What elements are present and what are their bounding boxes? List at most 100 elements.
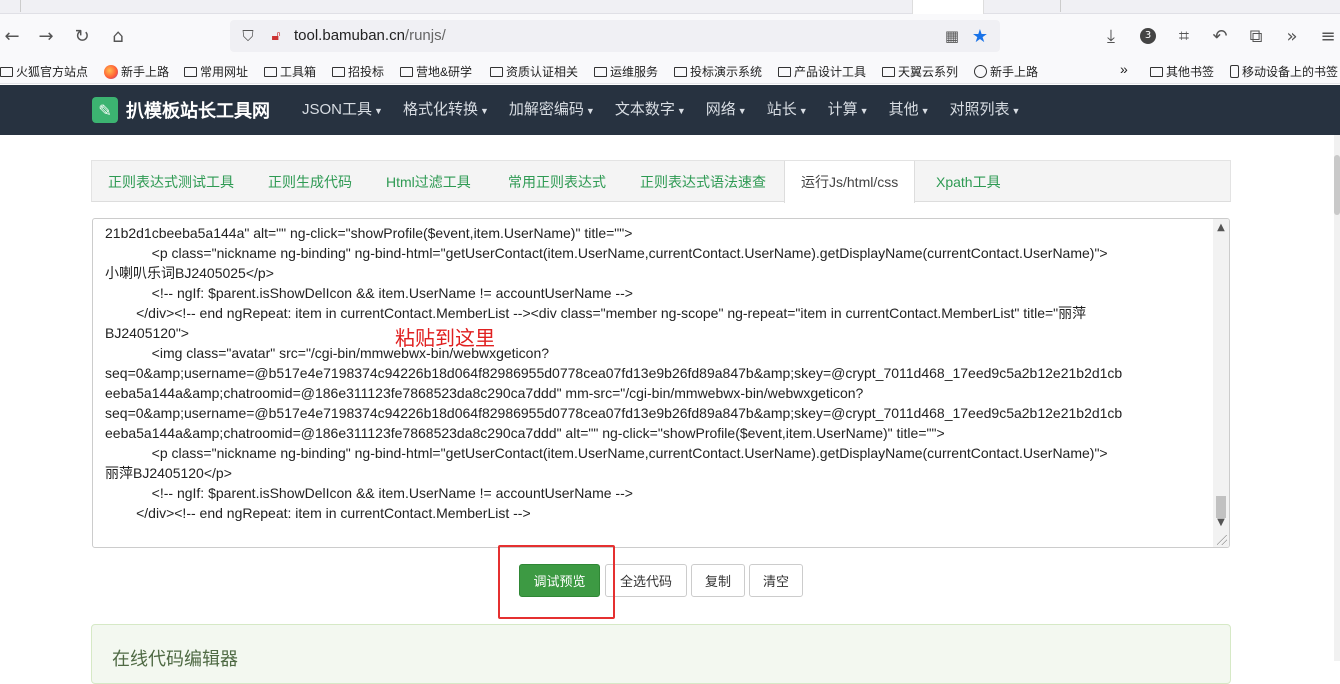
folder-icon <box>674 66 687 77</box>
site-brand[interactable]: ✎ 扒模板站长工具网 <box>92 97 270 123</box>
menu-calc[interactable]: 计算 ▼ <box>818 85 879 135</box>
caret-down-icon: ▼ <box>676 106 686 116</box>
menu-label: 对照列表 <box>949 101 1010 118</box>
bookmark-label: 新手上路 <box>990 65 1039 79</box>
undo-icon[interactable]: ↶ <box>1208 24 1232 48</box>
tab-xpath[interactable]: Xpath工具 <box>920 161 1017 202</box>
code-content: 21b2d1cbeeba5a144a" alt="" ng-click="sho… <box>105 223 1205 523</box>
menu-format[interactable]: 格式化转换 ▼ <box>393 85 499 135</box>
tab-html-filter[interactable]: Html过滤工具 <box>370 161 487 202</box>
qr-code-icon[interactable]: ▦ <box>940 24 964 48</box>
tab-common-regex[interactable]: 常用正则表达式 <box>492 161 622 202</box>
menu-label: 站长 <box>766 101 797 118</box>
folder-icon <box>400 66 413 77</box>
bookmark-item[interactable]: 投标演示系统 <box>674 63 762 80</box>
overflow-chevron-icon[interactable]: » <box>1280 24 1304 48</box>
bookmark-item[interactable]: 产品设计工具 <box>778 63 866 80</box>
bookmark-label: 天翼云系列 <box>898 65 959 79</box>
textarea-scrollbar[interactable]: ▲ ▼ <box>1213 219 1229 547</box>
back-icon[interactable]: ← <box>0 24 24 48</box>
brand-name: 扒模板站长工具网 <box>126 101 270 121</box>
forward-icon[interactable]: → <box>34 24 58 48</box>
tool-tabs: 正则表达式测试工具 正则生成代码 Html过滤工具 常用正则表达式 正则表达式语… <box>91 160 1231 203</box>
scroll-up-icon[interactable]: ▲ <box>1215 222 1227 234</box>
home-icon[interactable]: ⌂ <box>106 24 130 48</box>
download-icon[interactable]: ⤓ <box>1099 24 1123 48</box>
bookmark-item[interactable]: 天翼云系列 <box>882 63 958 80</box>
address-bar[interactable]: ⛉ 🔓︎ tool.bamuban.cn/runjs/ ▦ ★ <box>230 20 1000 52</box>
bookmark-item[interactable]: 运维服务 <box>594 63 658 80</box>
page-scrollbar[interactable] <box>1334 135 1340 661</box>
tab-run-js[interactable]: 运行Js/html/css <box>784 161 916 203</box>
menu-compare[interactable]: 对照列表 ▼ <box>940 85 1031 135</box>
folder-icon <box>594 66 607 77</box>
tab-regex-codegen[interactable]: 正则生成代码 <box>252 161 368 202</box>
menu-encrypt[interactable]: 加解密编码 ▼ <box>499 85 605 135</box>
site-header: ✎ 扒模板站长工具网 JSON工具 ▼ 格式化转换 ▼ 加解密编码 ▼ 文本数字 ▼ 网… <box>0 85 1340 135</box>
bookmarks-overflow-chevron-icon[interactable]: » <box>1120 61 1128 77</box>
firefox-icon <box>104 64 118 79</box>
globe-icon <box>974 65 987 78</box>
menu-json[interactable]: JSON工具 ▼ <box>292 85 393 135</box>
bookmark-item[interactable]: 移动设备上的书签 <box>1230 63 1338 80</box>
badge-count: 3 <box>1140 28 1156 44</box>
copy-button[interactable]: 复制 <box>691 564 745 597</box>
bookmark-item[interactable]: 新手上路 <box>974 63 1038 80</box>
code-line: 小喇叭乐词BJ2405025</p> <box>105 265 274 281</box>
menu-webmaster[interactable]: 站长 ▼ <box>757 85 818 135</box>
menu-text[interactable]: 文本数字 ▼ <box>605 85 696 135</box>
code-line: </div><!-- end ngRepeat: item in current… <box>105 505 531 521</box>
menu-other[interactable]: 其他 ▼ <box>879 85 940 135</box>
menu-label: 文本数字 <box>614 101 675 118</box>
bookmark-item[interactable]: 工具箱 <box>264 63 316 80</box>
browser-tab-strip <box>0 0 1340 14</box>
reload-icon[interactable]: ↻ <box>70 24 94 48</box>
scrollbar-thumb[interactable] <box>1216 496 1226 518</box>
resize-grip-icon[interactable] <box>1217 535 1227 545</box>
tab-regex-syntax[interactable]: 正则表达式语法速查 <box>624 161 782 202</box>
menu-label: 其他 <box>888 101 919 118</box>
site-menu: JSON工具 ▼ 格式化转换 ▼ 加解密编码 ▼ 文本数字 ▼ 网络 ▼ 站长 ▼ 计算 ▼ … <box>292 85 1030 135</box>
bookmark-label: 招投标 <box>348 65 385 79</box>
bookmark-item[interactable]: 其他书签 <box>1150 63 1214 80</box>
browser-active-tab[interactable] <box>912 0 984 14</box>
hamburger-menu-icon[interactable]: ≡ <box>1316 24 1340 48</box>
page-scrollbar-thumb[interactable] <box>1334 155 1340 215</box>
insecure-lock-icon[interactable]: 🔓︎ <box>264 24 288 48</box>
caret-down-icon: ▼ <box>737 106 747 116</box>
extensions-badge[interactable]: 3 <box>1136 24 1160 48</box>
select-all-button[interactable]: 全选代码 <box>605 564 687 597</box>
bookmark-star-icon[interactable]: ★ <box>968 24 992 48</box>
url-text[interactable]: tool.bamuban.cn/runjs/ <box>294 27 446 44</box>
caret-down-icon: ▼ <box>479 106 489 116</box>
code-line: <p class="nickname ng-binding" ng-bind-h… <box>105 445 1108 461</box>
shield-icon[interactable]: ⛉ <box>236 24 260 48</box>
bookmark-item[interactable]: 营地&研学 <box>400 63 472 80</box>
code-editor-textarea[interactable]: 21b2d1cbeeba5a144a" alt="" ng-click="sho… <box>92 218 1230 548</box>
panel-title: 在线代码编辑器 <box>112 649 238 669</box>
bookmark-label: 产品设计工具 <box>794 65 867 79</box>
clear-button[interactable]: 清空 <box>749 564 803 597</box>
folder-icon <box>0 66 13 77</box>
code-line: <p class="nickname ng-binding" ng-bind-h… <box>105 245 1108 261</box>
scroll-down-icon[interactable]: ▼ <box>1215 517 1227 529</box>
caret-down-icon: ▼ <box>920 106 930 116</box>
tab-regex-test[interactable]: 正则表达式测试工具 <box>92 161 250 202</box>
menu-label: 加解密编码 <box>508 101 584 118</box>
menu-network[interactable]: 网络 ▼ <box>696 85 757 135</box>
bookmark-label: 运维服务 <box>610 65 659 79</box>
bookmark-item[interactable]: 常用网址 <box>184 63 248 80</box>
crop-icon[interactable]: ⌗ <box>1172 24 1196 48</box>
caret-down-icon: ▼ <box>798 106 808 116</box>
editor-panel: 在线代码编辑器 <box>91 624 1231 684</box>
bookmark-label: 其他书签 <box>1166 65 1215 79</box>
folder-icon <box>332 66 345 77</box>
bookmark-item[interactable]: 新手上路 <box>104 63 169 80</box>
bookmark-item[interactable]: 资质认证相关 <box>490 63 578 80</box>
puzzle-icon[interactable]: ⧉ <box>1244 24 1268 48</box>
code-line: seq=0&amp;username=@b517e4e7198374c94226… <box>105 405 1123 421</box>
bookmark-item[interactable]: 招投标 <box>332 63 384 80</box>
menu-label: JSON工具 <box>302 101 373 118</box>
menu-label: 格式化转换 <box>402 101 478 118</box>
bookmark-item[interactable]: 火狐官方站点 <box>0 63 88 80</box>
